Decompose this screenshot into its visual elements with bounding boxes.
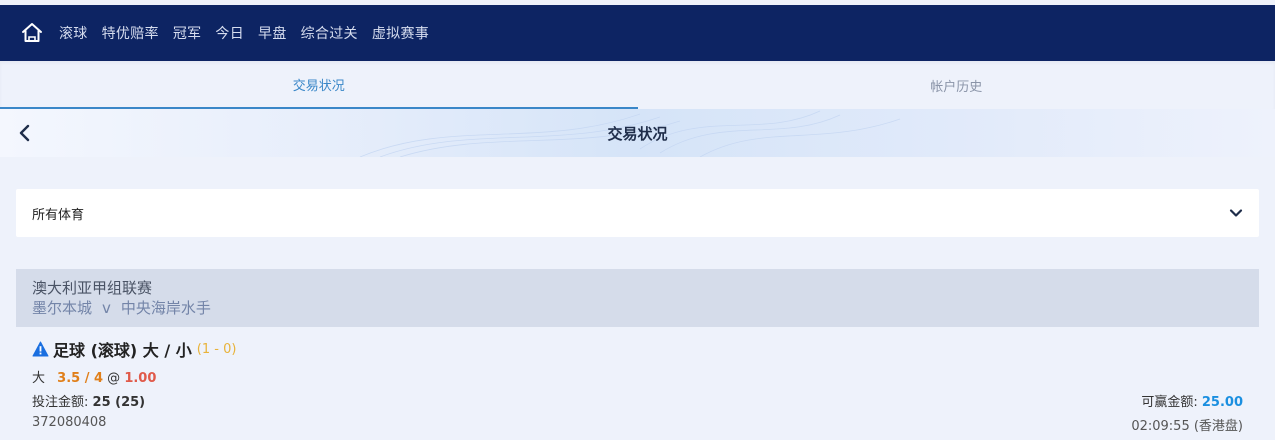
bet-time: 02:09:55 (香港盘) <box>1131 419 1243 434</box>
stake-line: 投注金额: 25 (25) <box>32 391 145 410</box>
nav-item-virtual[interactable]: 虚拟赛事 <box>372 23 429 43</box>
sport-filter-select[interactable]: 所有体育 <box>16 189 1259 237</box>
sport-filter-label: 所有体育 <box>32 207 85 223</box>
page-header: 交易状况 <box>0 109 1275 157</box>
match-score: (1 - 0) <box>196 341 237 357</box>
back-button[interactable] <box>14 121 36 145</box>
bet-selection: 大 <box>32 371 46 386</box>
versus-label: v <box>102 299 111 317</box>
tab-transaction-status[interactable]: 交易状况 <box>0 61 638 109</box>
bet-selection-line: 大 3.5 / 4 @ 1.00 <box>32 367 156 386</box>
league-header: 澳大利亚甲组联赛 墨尔本城 v 中央海岸水手 <box>16 269 1259 327</box>
warning-icon <box>32 341 49 357</box>
home-team: 墨尔本城 <box>32 299 93 317</box>
league-name: 澳大利亚甲组联赛 <box>32 279 153 297</box>
nav-item-special-odds[interactable]: 特优赔率 <box>102 23 159 43</box>
nav-item-parlay[interactable]: 综合过关 <box>301 23 358 43</box>
bet-type: 足球 (滚球) 大 / 小 <box>53 341 192 360</box>
match-teams: 墨尔本城 v 中央海岸水手 <box>32 298 1243 318</box>
ticket-id: 372080408 <box>32 415 107 430</box>
chevron-down-icon <box>1229 209 1243 217</box>
home-icon[interactable] <box>19 20 45 46</box>
page-title: 交易状况 <box>607 124 668 143</box>
bet-odds: 1.00 <box>124 371 157 386</box>
away-team: 中央海岸水手 <box>120 299 211 317</box>
win-amount-line: 可赢金额: 25.00 <box>1141 391 1243 410</box>
nav-item-early[interactable]: 早盘 <box>258 23 287 43</box>
top-nav-bar: 滚球 特优赔率 冠军 今日 早盘 综合过关 虚拟赛事 <box>0 5 1275 61</box>
win-value: 25.00 <box>1201 395 1243 410</box>
bet-handicap: 3.5 / 4 <box>57 371 104 386</box>
chevron-left-icon <box>19 124 30 142</box>
nav-item-live[interactable]: 滚球 <box>59 23 88 43</box>
win-label: 可赢金额: <box>1141 395 1198 410</box>
nav-item-today[interactable]: 今日 <box>215 23 244 43</box>
bet-title: 足球 (滚球) 大 / 小 (1 - 0) <box>32 337 236 361</box>
stake-label: 投注金额: <box>32 395 89 410</box>
nav-item-outright[interactable]: 冠军 <box>173 23 202 43</box>
stake-value: 25 (25) <box>92 395 146 410</box>
bet-card: 足球 (滚球) 大 / 小 (1 - 0) 大 3.5 / 4 @ 1.00 投… <box>16 327 1259 440</box>
at-sign: @ <box>107 371 121 386</box>
tab-account-history[interactable]: 帐户历史 <box>638 61 1275 109</box>
tab-bar: 交易状况 帐户历史 <box>0 61 1275 109</box>
